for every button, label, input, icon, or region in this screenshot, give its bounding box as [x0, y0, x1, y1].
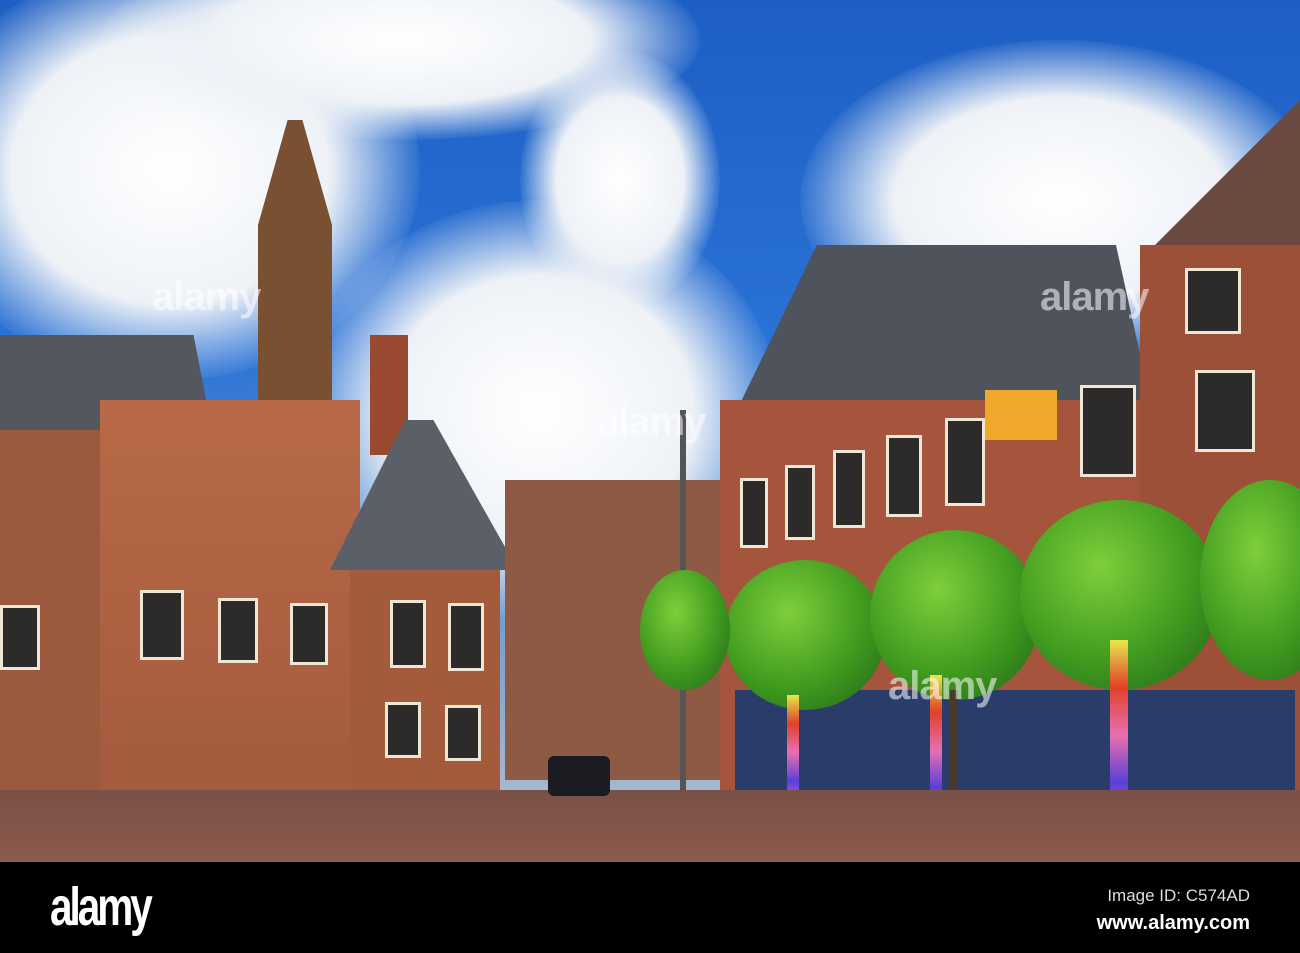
alamy-logo: alamy — [50, 877, 153, 937]
square-pavement — [0, 790, 1300, 862]
window — [390, 600, 426, 668]
window — [448, 603, 484, 671]
footer-bar: alamy Image ID: C574AD www.alamy.com — [0, 862, 1300, 953]
tree — [725, 560, 885, 710]
window — [140, 590, 184, 660]
tree — [640, 570, 730, 690]
window — [445, 705, 481, 761]
window — [886, 435, 922, 517]
watermark: alamy — [152, 275, 261, 319]
car — [548, 756, 610, 796]
window — [1080, 385, 1136, 477]
website-link[interactable]: www.alamy.com — [1097, 912, 1250, 935]
window — [218, 598, 258, 663]
watermark: alamy — [1040, 275, 1149, 319]
awning — [985, 390, 1057, 440]
window — [1195, 370, 1255, 452]
watermark: alamy — [597, 400, 706, 444]
window — [1185, 268, 1241, 334]
photo: alamy alamy alamy alamy — [0, 0, 1300, 862]
window — [290, 603, 328, 665]
window — [785, 465, 815, 540]
watermark: alamy — [888, 664, 997, 708]
window — [385, 702, 421, 758]
image-id: Image ID: C574AD — [1107, 886, 1250, 905]
window — [740, 478, 768, 548]
window — [945, 418, 985, 506]
window — [833, 450, 865, 528]
window — [0, 605, 40, 670]
